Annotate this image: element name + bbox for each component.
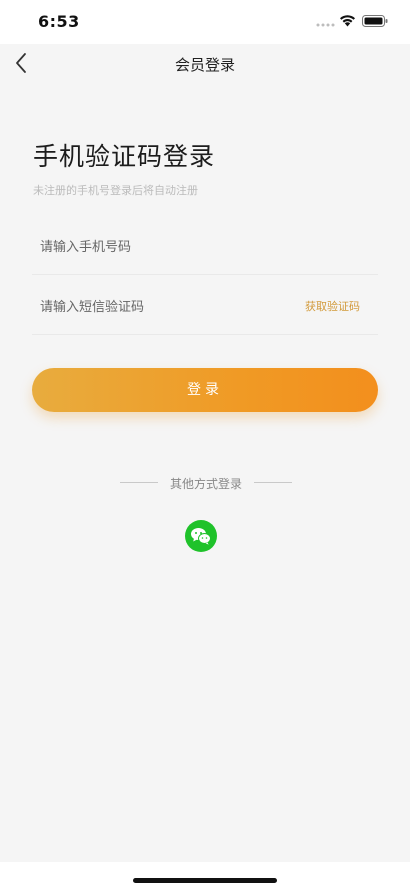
phone-input[interactable] bbox=[40, 236, 280, 258]
wechat-login-button[interactable] bbox=[185, 520, 217, 552]
code-field: 获取验证码 bbox=[32, 276, 378, 335]
get-code-button[interactable]: 获取验证码 bbox=[305, 298, 360, 314]
sms-code-input[interactable] bbox=[40, 296, 280, 318]
wifi-icon bbox=[340, 15, 355, 27]
status-time: 6:53 bbox=[38, 12, 80, 31]
phone-field bbox=[32, 216, 378, 275]
other-login-label: 其他方式登录 bbox=[169, 477, 242, 491]
page-title: 会员登录 bbox=[174, 56, 235, 74]
signal-icon bbox=[316, 23, 335, 27]
battery-icon bbox=[362, 15, 388, 27]
divider-line-left bbox=[120, 482, 158, 483]
status-bar: 6:53 bbox=[0, 0, 410, 44]
wechat-icon bbox=[191, 528, 211, 545]
login-button[interactable]: 登录 bbox=[32, 368, 378, 412]
login-heading: 手机验证码登录 bbox=[33, 142, 216, 171]
nav-bar: 会员登录 bbox=[0, 44, 410, 84]
divider-line-right bbox=[254, 482, 292, 483]
login-subheading: 未注册的手机号登录后将自动注册 bbox=[33, 184, 198, 197]
home-indicator bbox=[133, 878, 277, 883]
bottom-safe-area bbox=[0, 862, 410, 892]
